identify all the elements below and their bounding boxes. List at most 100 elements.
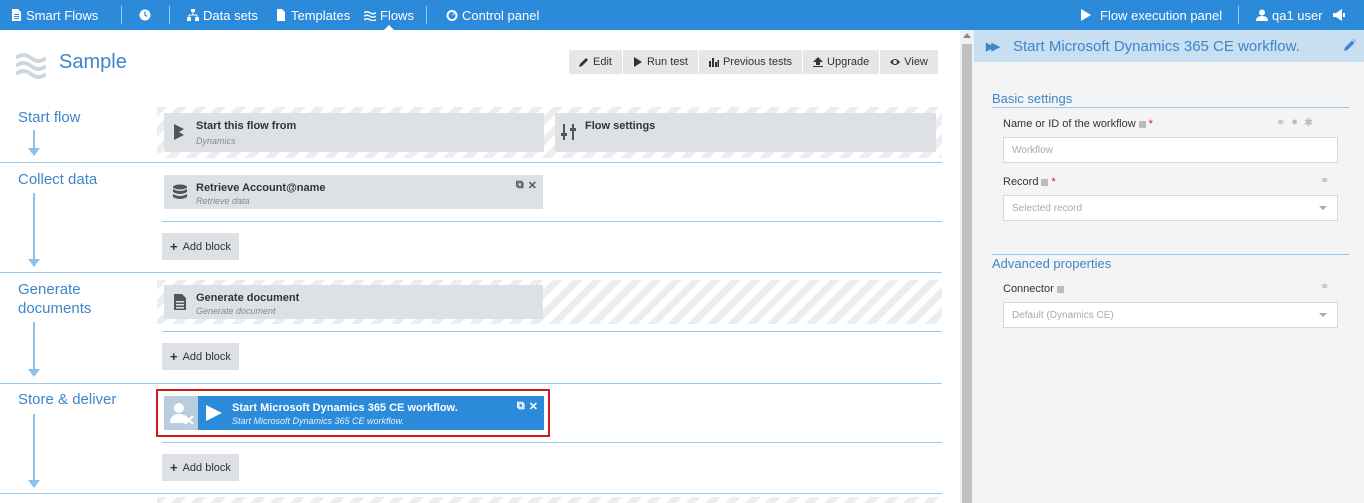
flow-execution-panel-button[interactable]: Flow execution panel <box>1080 0 1222 30</box>
pencil-icon[interactable] <box>1344 39 1356 51</box>
sliders-icon <box>561 124 576 140</box>
connector-value: Default (Dynamics CE) <box>1012 309 1114 321</box>
workflow-input[interactable]: Workflow <box>1003 137 1338 163</box>
flow-settings-block[interactable]: Flow settings <box>555 113 936 152</box>
info-icon[interactable] <box>1138 120 1146 128</box>
user-menu[interactable]: qa1 user <box>1256 0 1323 30</box>
nav-flows-label: Flows <box>380 7 414 23</box>
record-select[interactable]: Selected record <box>1003 195 1338 221</box>
section-inner-divider <box>162 331 942 332</box>
add-block-button[interactable]: + Add block <box>162 343 239 370</box>
retrieve-data-subtitle: Retrieve data <box>196 196 250 206</box>
block-actions: ⧉ ✕ <box>517 400 538 413</box>
upgrade-button[interactable]: Upgrade <box>803 50 880 74</box>
start-from-block[interactable]: Start this flow from Dynamics <box>164 113 544 152</box>
plus-icon: + <box>170 349 178 364</box>
section-inner-divider <box>162 442 942 443</box>
section-divider <box>0 493 942 494</box>
dynamics-icon <box>174 124 184 140</box>
edit-label: Edit <box>593 56 612 68</box>
nav-data-sets[interactable]: Data sets <box>187 0 258 30</box>
user-icon[interactable]: ● <box>1291 116 1298 129</box>
workflow-label-text: Name or ID of the workflow <box>1003 118 1136 130</box>
section-generate-documents: Generate documents <box>18 280 91 318</box>
record-label: Record * <box>1003 176 1056 188</box>
previous-tests-label: Previous tests <box>722 56 793 68</box>
connector-label-text: Connector <box>1003 283 1054 295</box>
add-block-button[interactable]: + Add block <box>162 233 239 260</box>
scrollbar-thumb[interactable] <box>962 44 972 503</box>
nav-control-panel-label: Control panel <box>462 7 540 23</box>
previous-tests-button[interactable]: Previous tests <box>698 50 803 74</box>
retrieve-data-title: Retrieve Account@name <box>196 182 326 194</box>
eye-icon <box>890 59 901 65</box>
block-actions: ⧉ ✕ <box>516 179 537 192</box>
edit-button[interactable]: Edit <box>569 50 622 74</box>
copy-icon[interactable]: ⧉ <box>516 179 524 192</box>
clock-icon <box>139 9 151 21</box>
flow-arrow <box>28 130 40 156</box>
document-icon <box>174 294 186 310</box>
megaphone-icon <box>1333 9 1345 21</box>
advanced-divider-top <box>992 254 1349 255</box>
link-variable-icon[interactable]: ⚭ <box>1320 174 1329 187</box>
collapse-panel-icon[interactable]: ▶▶ <box>986 40 1000 53</box>
start-workflow-title: Start Microsoft Dynamics 365 CE workflow… <box>232 402 458 414</box>
section-divider <box>0 383 942 384</box>
close-icon[interactable]: ✕ <box>528 179 537 192</box>
brand-label: Smart Flows <box>26 7 99 23</box>
user-name: qa1 user <box>1272 7 1323 23</box>
play-icon <box>206 405 222 421</box>
start-workflow-subtitle: Start Microsoft Dynamics 365 CE workflow… <box>232 416 405 426</box>
nav-control-panel[interactable]: Control panel <box>446 0 539 30</box>
main-scrollbar[interactable] <box>960 30 974 503</box>
start-workflow-block[interactable]: Start Microsoft Dynamics 365 CE workflow… <box>164 396 544 430</box>
start-from-title: Start this flow from <box>196 120 297 132</box>
copy-icon[interactable]: ⧉ <box>517 400 525 413</box>
add-block-label: Add block <box>182 461 231 474</box>
info-icon[interactable] <box>1056 285 1064 293</box>
nav-separator <box>121 6 122 24</box>
connector-select[interactable]: Default (Dynamics CE) <box>1003 302 1338 328</box>
record-placeholder: Selected record <box>1012 202 1083 214</box>
nav-separator <box>426 6 427 24</box>
close-icon[interactable]: ✕ <box>529 400 538 413</box>
nav-flows[interactable]: Flows <box>364 0 414 30</box>
announcements-button[interactable] <box>1333 0 1345 30</box>
nav-templates[interactable]: Templates <box>275 0 350 30</box>
chevron-down-icon <box>1319 206 1327 210</box>
properties-panel: ▶▶ Start Microsoft Dynamics 365 CE workf… <box>974 30 1364 503</box>
asterisk-icon[interactable]: ✱ <box>1304 116 1313 129</box>
user-remove-icon <box>164 396 198 430</box>
selected-block-highlight: Start Microsoft Dynamics 365 CE workflow… <box>156 389 550 437</box>
flow-arrow <box>28 414 40 488</box>
add-block-label: Add block <box>182 240 231 253</box>
page-title: Sample <box>59 51 127 73</box>
info-icon[interactable] <box>1041 178 1049 186</box>
document-icon <box>12 9 21 21</box>
run-test-button[interactable]: Run test <box>622 50 698 74</box>
add-block-label: Add block <box>182 350 231 363</box>
section-store-deliver: Store & deliver <box>18 391 117 408</box>
flow-toolbar: Edit Run test Previous tests Upgrade Vie… <box>569 50 938 74</box>
pencil-icon <box>579 58 588 67</box>
link-variable-icon[interactable]: ⚭ <box>1320 280 1329 293</box>
required-marker: * <box>1148 118 1153 130</box>
brand-smart-flows[interactable]: Smart Flows <box>10 0 98 30</box>
play-icon <box>1081 9 1091 21</box>
workflow-field-options: ⚭ ● ✱ <box>1276 116 1313 129</box>
required-marker: * <box>1051 176 1056 188</box>
add-block-button[interactable]: + Add block <box>162 454 239 481</box>
section-divider <box>0 162 942 163</box>
section-generate-line2: documents <box>18 300 92 317</box>
flow-header: Sample Edit Run test Previous tests Upgr… <box>0 30 960 94</box>
basic-settings-heading: Basic settings <box>992 91 1073 106</box>
retrieve-data-block[interactable]: Retrieve Account@name Retrieve data ⧉ ✕ <box>164 175 543 209</box>
view-button[interactable]: View <box>880 50 938 74</box>
link-variable-icon[interactable]: ⚭ <box>1276 116 1285 129</box>
upload-icon <box>813 57 824 67</box>
history-button[interactable] <box>139 0 151 30</box>
generate-document-block[interactable]: Generate document Generate document <box>164 285 543 319</box>
record-field-options: ⚭ <box>1320 174 1329 187</box>
scroll-up-arrow-icon[interactable] <box>963 33 971 38</box>
